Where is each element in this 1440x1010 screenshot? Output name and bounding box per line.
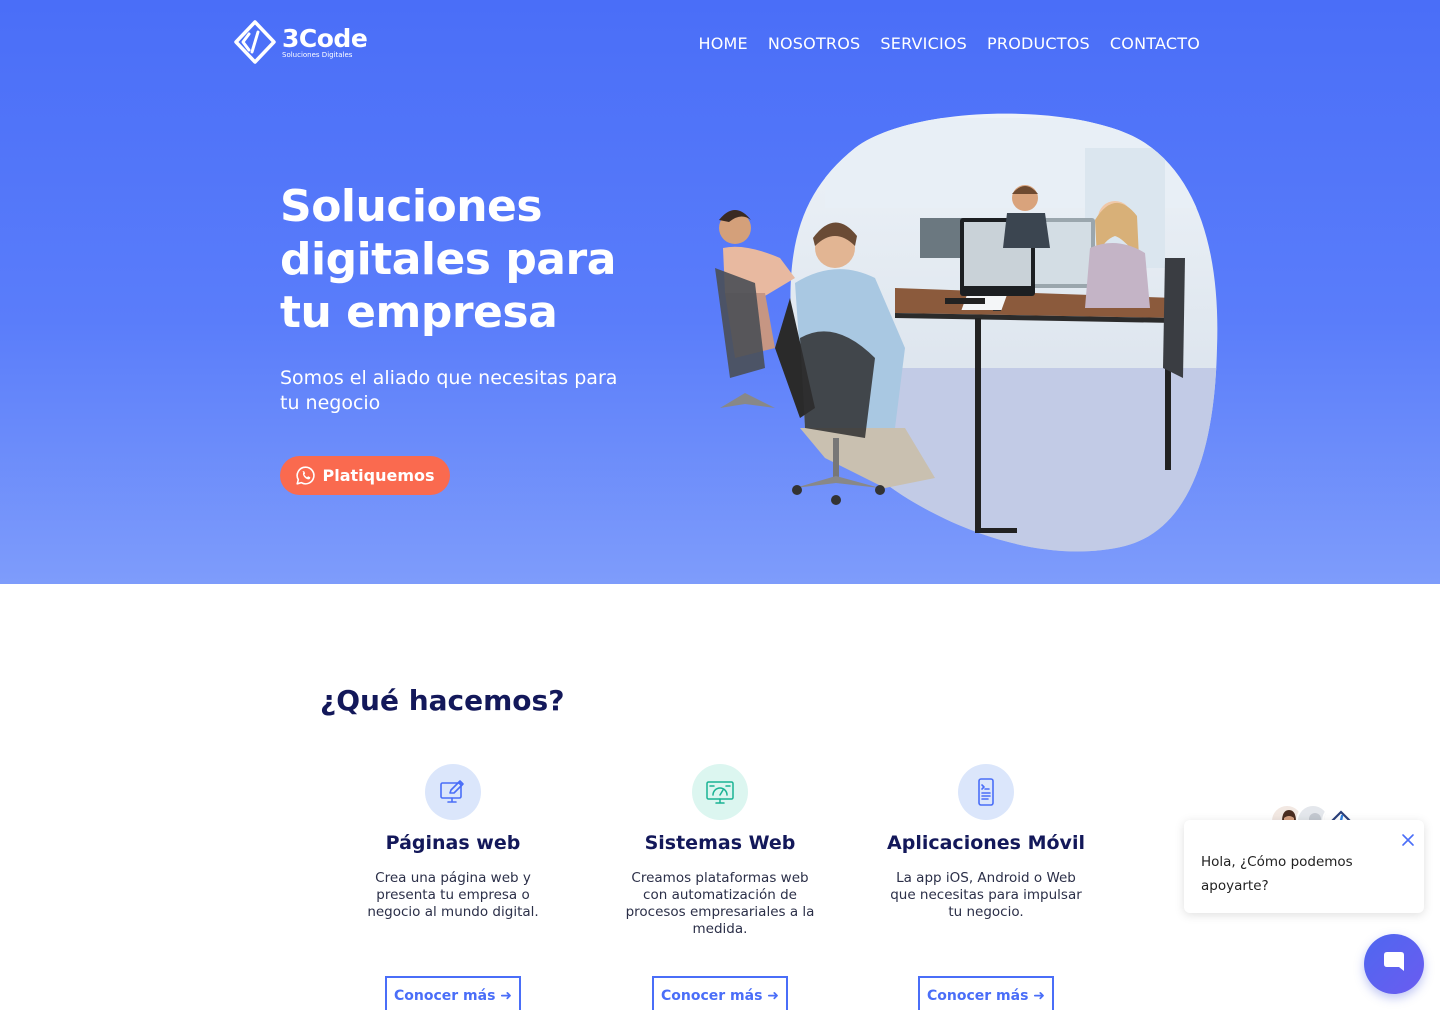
conocer-mas-button-sistemas[interactable]: Conocer más ➜ xyxy=(652,976,788,1010)
smartphone-code-icon xyxy=(978,778,994,806)
monitor-edit-icon xyxy=(440,780,464,803)
service-card-sistemas-web: Sistemas Web Creamos plataformas web con… xyxy=(605,764,835,1010)
platiquemos-button[interactable]: Platiquemos xyxy=(280,456,450,495)
main-nav: HOME NOSOTROS SERVICIOS PRODUCTOS CONTAC… xyxy=(699,34,1201,53)
chat-greeting-bubble[interactable]: Hola, ¿Cómo podemos apoyarte? xyxy=(1184,820,1424,913)
card-title: Aplicaciones Móvil xyxy=(887,832,1085,854)
hero-subtitle: Somos el aliado que necesitas para tu ne… xyxy=(280,367,618,414)
services-title: ¿Qué hacemos? xyxy=(320,684,565,717)
card-description: La app iOS, Android o Web que necesitas … xyxy=(890,870,1082,920)
card-description: Crea una página web y presenta tu empres… xyxy=(367,870,539,920)
chat-greeting-text: Hola, ¿Cómo podemos apoyarte? xyxy=(1201,854,1353,894)
nav-nosotros[interactable]: NOSOTROS xyxy=(768,34,861,53)
card-title: Sistemas Web xyxy=(644,832,796,854)
card-icon-wrap xyxy=(425,764,481,820)
conocer-mas-button-aplicaciones[interactable]: Conocer más ➜ xyxy=(918,976,1054,1010)
nav-servicios[interactable]: SERVICIOS xyxy=(880,34,967,53)
brand-name: 3Code xyxy=(282,23,368,53)
nav-contacto[interactable]: CONTACTO xyxy=(1110,34,1200,53)
nav-home[interactable]: HOME xyxy=(699,34,748,53)
hero-section: 3Code Soluciones Digitales HOME NOSOTROS… xyxy=(0,0,1440,584)
brand-logo[interactable]: 3Code Soluciones Digitales xyxy=(234,20,368,64)
hero-title: Soluciones digitales para tu empresa xyxy=(280,181,616,338)
nav-productos[interactable]: PRODUCTOS xyxy=(987,34,1090,53)
whatsapp-icon xyxy=(296,466,316,485)
platiquemos-label: Platiquemos xyxy=(322,466,435,485)
dashboard-monitor-icon xyxy=(706,781,734,804)
logo-mark-icon xyxy=(234,20,276,64)
brand-tagline: Soluciones Digitales xyxy=(282,50,353,59)
service-card-paginas-web: Páginas web Crea una página web y presen… xyxy=(338,764,568,1010)
logo-text: 3Code Soluciones Digitales xyxy=(282,23,368,59)
close-icon[interactable] xyxy=(1400,832,1416,848)
chat-launcher-button[interactable] xyxy=(1364,934,1424,994)
card-description: Creamos plataformas web con automatizaci… xyxy=(625,870,815,937)
card-icon-wrap xyxy=(958,764,1014,820)
office-team-image xyxy=(715,113,1218,552)
conocer-mas-button-paginas[interactable]: Conocer más ➜ xyxy=(385,976,521,1010)
card-title: Páginas web xyxy=(385,832,521,854)
card-icon-wrap xyxy=(692,764,748,820)
chat-icon xyxy=(1384,952,1404,971)
service-card-aplicaciones-movil: Aplicaciones Móvil La app iOS, Android o… xyxy=(871,764,1101,1010)
